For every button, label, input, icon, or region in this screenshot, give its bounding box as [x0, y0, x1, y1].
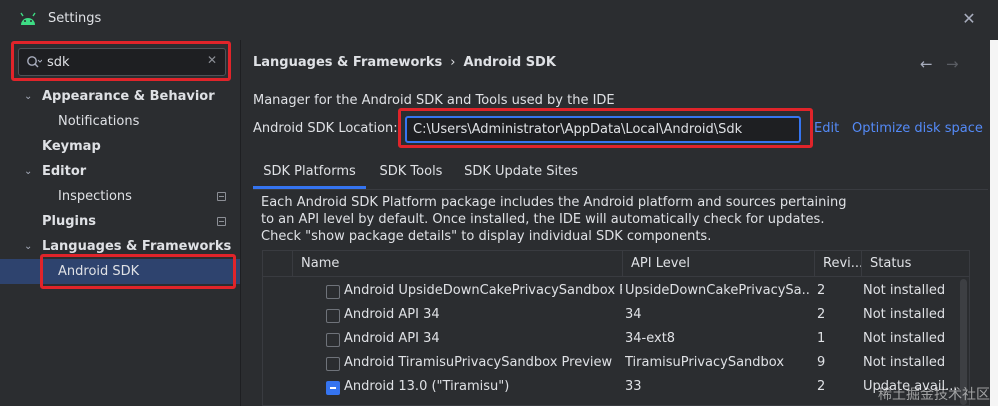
- column-header-api-level[interactable]: API Level: [623, 251, 815, 277]
- sidebar-item-plugins[interactable]: Plugins: [0, 209, 240, 234]
- column-header-checkbox: [263, 251, 293, 277]
- sdk-platforms-table: Name API Level Revi... Status Android Up…: [262, 250, 970, 406]
- table-row[interactable]: Android API 34 34 2 Not installed: [263, 303, 959, 327]
- sidebar-item-label: Appearance & Behavior: [42, 89, 215, 104]
- sidebar-item-languages-frameworks[interactable]: ⌄ Languages & Frameworks: [0, 234, 240, 259]
- row-status: Not installed: [863, 283, 946, 298]
- row-api-level: 33: [625, 379, 642, 394]
- breadcrumb-parent[interactable]: Languages & Frameworks: [253, 55, 442, 70]
- background-window-edge: [990, 40, 998, 406]
- row-api-level: UpsideDownCakePrivacySa...: [625, 283, 811, 298]
- breadcrumb-current: Android SDK: [463, 55, 556, 70]
- sidebar-item-label: Keymap: [42, 139, 101, 154]
- row-revision: 1: [817, 331, 826, 346]
- arrow-right-icon[interactable]: →: [946, 55, 959, 73]
- project-settings-icon: [217, 217, 226, 226]
- row-checkbox[interactable]: [326, 357, 340, 371]
- project-settings-icon: [217, 192, 226, 201]
- sidebar-item-keymap[interactable]: Keymap: [0, 134, 240, 159]
- chevron-down-icon: ⌄: [24, 166, 33, 177]
- sidebar-item-label: Languages & Frameworks: [42, 239, 232, 254]
- chevron-down-icon: ⌄: [24, 241, 33, 252]
- table-row[interactable]: Android TiramisuPrivacySandbox Preview T…: [263, 351, 959, 375]
- page-description: Manager for the Android SDK and Tools us…: [253, 93, 615, 108]
- tab-sdk-tools[interactable]: SDK Tools: [366, 159, 456, 189]
- column-header-name[interactable]: Name: [293, 251, 623, 277]
- row-checkbox-partial[interactable]: [326, 381, 340, 395]
- search-input[interactable]: [47, 52, 197, 72]
- search-icon: [27, 56, 42, 68]
- row-checkbox[interactable]: [326, 333, 340, 347]
- sidebar-item-appearance-behavior[interactable]: ⌄ Appearance & Behavior: [0, 84, 240, 109]
- table-row[interactable]: Android UpsideDownCakePrivacySandbox Pr …: [263, 279, 959, 303]
- sidebar-item-label: Inspections: [58, 189, 132, 204]
- breadcrumb: Languages & Frameworks › Android SDK: [253, 55, 556, 70]
- clear-icon[interactable]: ✕: [207, 53, 217, 67]
- arrow-left-icon[interactable]: ←: [920, 55, 933, 73]
- row-checkbox[interactable]: [326, 309, 340, 323]
- sidebar-item-inspections[interactable]: Inspections: [0, 184, 240, 209]
- row-api-level: 34-ext8: [625, 331, 676, 346]
- column-header-revision[interactable]: Revi...: [815, 251, 862, 277]
- table-row[interactable]: Android API 34 34-ext8 1 Not installed: [263, 327, 959, 351]
- row-api-level: TiramisuPrivacySandbox: [625, 355, 785, 370]
- row-api-level: 34: [625, 307, 642, 322]
- main-panel: Languages & Frameworks › Android SDK ← → M…: [242, 40, 998, 406]
- breadcrumb-separator: ›: [450, 55, 456, 70]
- row-status: Not installed: [863, 331, 946, 346]
- row-revision: 9: [817, 355, 826, 370]
- column-header-status[interactable]: Status: [862, 251, 969, 277]
- row-revision: 2: [817, 307, 826, 322]
- row-name: Android 13.0 ("Tiramisu"): [344, 379, 510, 394]
- row-name: Android TiramisuPrivacySandbox Preview: [344, 355, 613, 370]
- row-checkbox[interactable]: [326, 285, 340, 299]
- row-name: Android API 34: [344, 307, 440, 322]
- table-row[interactable]: Android 13.0 ("Tiramisu") 33 2 Update av…: [263, 375, 959, 399]
- row-name: Android UpsideDownCakePrivacySandbox Pr: [344, 283, 622, 298]
- search-field[interactable]: ✕: [18, 48, 226, 76]
- sidebar-item-android-sdk[interactable]: Android SDK: [0, 259, 240, 284]
- sidebar-item-notifications[interactable]: Notifications: [0, 109, 240, 134]
- sidebar-item-label: Editor: [42, 164, 87, 179]
- platforms-description: Each Android SDK Platform package includ…: [261, 195, 847, 244]
- sidebar-item-label: Notifications: [58, 114, 140, 129]
- sidebar-item-label: Android SDK: [58, 264, 140, 279]
- title-bar: Settings ✕: [0, 0, 998, 40]
- sdk-location-field[interactable]: [405, 116, 801, 143]
- android-icon: [20, 12, 36, 25]
- sdk-tabs: SDK Platforms SDK Tools SDK Update Sites: [253, 155, 988, 190]
- row-name: Android API 34: [344, 331, 440, 346]
- edit-link[interactable]: Edit: [814, 121, 839, 136]
- watermark: 稀土掘金技术社区: [878, 387, 990, 403]
- table-header: Name API Level Revi... Status: [263, 251, 969, 277]
- row-revision: 2: [817, 283, 826, 298]
- window-title: Settings: [48, 11, 102, 26]
- row-status: Not installed: [863, 355, 946, 370]
- sidebar-item-editor[interactable]: ⌄ Editor: [0, 159, 240, 184]
- tab-sdk-update-sites[interactable]: SDK Update Sites: [456, 159, 586, 189]
- chevron-down-icon: ⌄: [24, 91, 33, 102]
- row-status: Not installed: [863, 307, 946, 322]
- close-icon[interactable]: ✕: [960, 10, 978, 28]
- sidebar-item-label: Plugins: [42, 214, 96, 229]
- row-revision: 2: [817, 379, 826, 394]
- sdk-location-label: Android SDK Location:: [253, 121, 398, 136]
- tab-sdk-platforms[interactable]: SDK Platforms: [253, 159, 366, 189]
- optimize-disk-space-link[interactable]: Optimize disk space: [852, 121, 983, 136]
- settings-sidebar: ✕ ⌄ Appearance & Behavior Notifications …: [0, 40, 241, 406]
